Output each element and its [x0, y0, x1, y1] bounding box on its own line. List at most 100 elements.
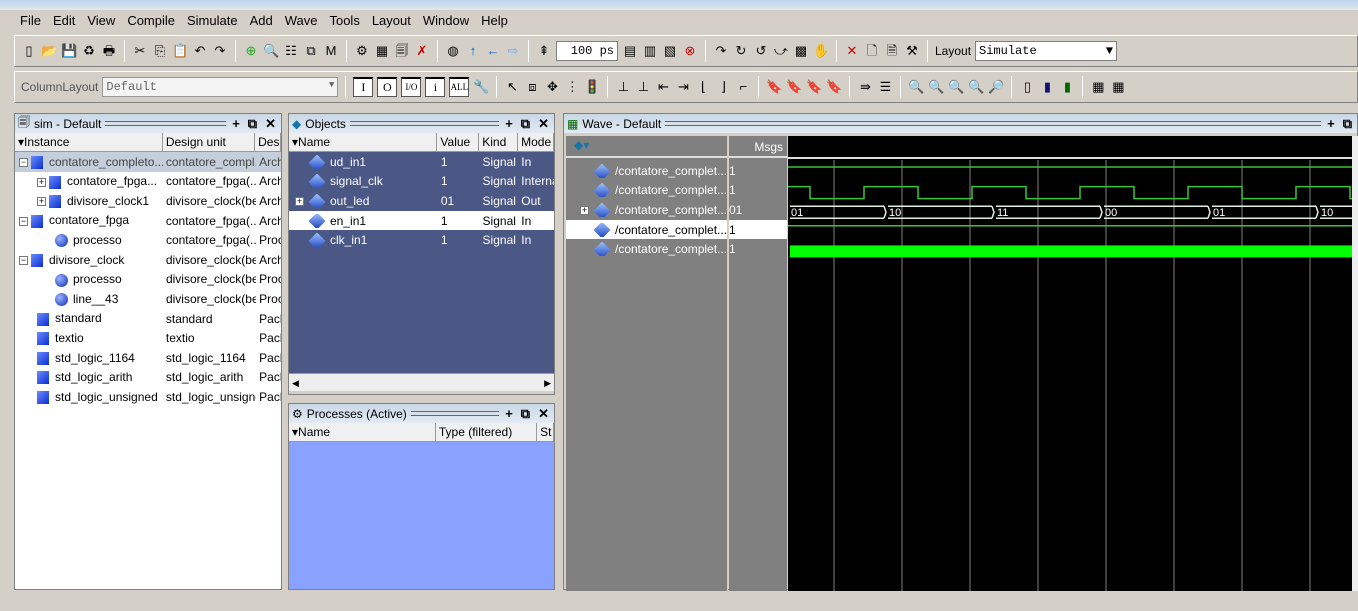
dock-icon[interactable]: + — [503, 116, 515, 131]
add-icon[interactable]: ⊕ — [243, 43, 259, 59]
open-folder-icon[interactable]: 📂 — [41, 43, 57, 59]
cut-icon[interactable]: ✂ — [132, 43, 148, 59]
tree-row[interactable]: processo divisore_clock(be...Proc — [15, 270, 281, 290]
select-pointer-icon[interactable]: ↖ — [504, 79, 520, 95]
insert-cursor-icon[interactable]: ⊥ — [615, 79, 631, 95]
dock-icon[interactable]: + — [1325, 116, 1337, 131]
wave-add-icon[interactable]: ◆▾ — [566, 136, 727, 158]
column-header-kind[interactable]: Kind — [479, 133, 519, 151]
zoom-in-icon[interactable]: 🔍 — [908, 79, 924, 95]
simulate-icon[interactable]: 🗐 — [394, 43, 410, 59]
tree-row[interactable]: standard standard Pack — [15, 309, 281, 329]
run-length-icon[interactable]: ⇞ — [536, 43, 552, 59]
zoom-cursor-icon[interactable]: 🔍 — [968, 79, 984, 95]
run-length-input[interactable]: 100 ps — [556, 41, 618, 61]
expand-icon[interactable]: + — [37, 197, 46, 207]
layout-select[interactable]: Simulate ▼ — [975, 41, 1118, 61]
run-all-icon[interactable]: ▧ — [662, 43, 678, 59]
next-edge-icon[interactable]: ⇥ — [675, 79, 691, 95]
structure-icon[interactable]: ⧉ — [303, 43, 319, 59]
tree-row[interactable]: std_logic_unsignedstd_logic_unsignedPack — [15, 387, 281, 407]
expand-icon[interactable]: + — [37, 177, 46, 187]
menu-add[interactable]: Add — [244, 12, 279, 32]
menu-edit[interactable]: Edit — [47, 12, 81, 32]
column-header-name[interactable]: ▾Name — [289, 423, 436, 441]
up-arrow-icon[interactable]: ↑ — [465, 43, 481, 59]
delete-cursor-icon[interactable]: ⊥ — [635, 79, 651, 95]
filter-all-button[interactable]: ALL — [449, 77, 470, 97]
compare-icon[interactable]: ⇛ — [857, 79, 873, 95]
column-layout-select[interactable]: Default ▼ — [102, 77, 339, 97]
dock-icon[interactable]: + — [503, 406, 515, 421]
profile-icon[interactable]: ▩ — [793, 43, 809, 59]
break-icon[interactable]: ✗ — [414, 43, 430, 59]
redo-icon[interactable]: ↷ — [212, 43, 228, 59]
wave-signal-name[interactable]: /contatore_complet... — [566, 161, 727, 181]
menu-layout[interactable]: Layout — [366, 12, 417, 32]
step-dropdown-icon[interactable]: ⤻ — [773, 43, 789, 59]
column-header-type[interactable]: Type (filtered) — [436, 423, 538, 441]
wave-signal-name[interactable]: /contatore_complet... — [566, 181, 727, 201]
filter-io-button[interactable]: I/O — [401, 77, 422, 97]
tree-row[interactable]: + divisore_clock1 divisore_clock(be...Arch — [15, 191, 281, 211]
step-icon[interactable]: ↷ — [713, 43, 729, 59]
column-header-name[interactable]: ▾Name — [289, 133, 438, 151]
waveform-canvas[interactable]: 01 10 11 00 01 10 — [788, 136, 1352, 591]
wave-format1-icon[interactable]: ▯ — [1019, 79, 1035, 95]
zoom-mode-icon[interactable]: ⧈ — [524, 79, 540, 95]
doc2-icon[interactable]: 🗎 — [884, 43, 900, 59]
object-row[interactable]: clk_in1 1 Signal In — [289, 230, 554, 250]
zoom-out-icon[interactable]: 🔍 — [928, 79, 944, 95]
zoom-full-icon[interactable]: 🔍 — [948, 79, 964, 95]
step-over-icon[interactable]: ↻ — [733, 43, 749, 59]
compile-icon[interactable]: ⚙ — [354, 43, 370, 59]
new-file-icon[interactable]: ▯ — [21, 43, 37, 59]
column-header-value[interactable]: Value — [437, 133, 480, 151]
wave-signal-name[interactable]: /contatore_complet... — [566, 239, 727, 259]
menu-compile[interactable]: Compile — [121, 12, 181, 32]
filter-settings-icon[interactable]: 🔧 — [473, 79, 489, 95]
refresh-icon[interactable]: ♻ — [81, 43, 97, 59]
edit-mode-icon[interactable]: ⋮ — [564, 79, 580, 95]
zoom-range-icon[interactable]: 🔎 — [988, 79, 1004, 95]
compile-all-icon[interactable]: ▦ — [374, 43, 390, 59]
bookmark4-icon[interactable]: 🔖 — [826, 79, 842, 95]
hand-icon[interactable]: ✋ — [813, 43, 829, 59]
column-header-mode[interactable]: Mode — [518, 133, 554, 151]
stop-icon[interactable]: ⊗ — [682, 43, 698, 59]
collapse-icon[interactable]: − — [19, 157, 28, 167]
step-out-icon[interactable]: ↺ — [753, 43, 769, 59]
tree-row[interactable]: textio textio Pack — [15, 328, 281, 348]
prev-transition-icon[interactable]: ⌊ — [695, 79, 711, 95]
hierarchy-icon[interactable]: ☷ — [283, 43, 299, 59]
menu-window[interactable]: Window — [417, 12, 475, 32]
menu-simulate[interactable]: Simulate — [181, 12, 244, 32]
forward-arrow-icon[interactable]: ⇨ — [505, 43, 521, 59]
wave-signal-name[interactable]: + /contatore_complet... — [566, 200, 727, 220]
next-transition-icon[interactable]: ⌋ — [715, 79, 731, 95]
doc-icon[interactable]: 🗋 — [864, 43, 880, 59]
scroll-left-icon[interactable]: ◀ — [292, 374, 299, 391]
column-header-state[interactable]: St — [537, 423, 555, 441]
horizontal-scrollbar[interactable]: ◀ ▶ — [289, 373, 554, 391]
wave-signal-name[interactable]: /contatore_complet... — [566, 219, 727, 240]
bookmark2-icon[interactable]: 🔖 — [786, 79, 802, 95]
column-header-design-type[interactable]: Desi — [255, 133, 281, 151]
object-row[interactable]: en_in1 1 Signal In — [289, 210, 554, 231]
scroll-right-icon[interactable]: ▶ — [544, 374, 551, 391]
wave-format2-icon[interactable]: ▮ — [1039, 79, 1055, 95]
back-arrow-icon[interactable]: ← — [485, 43, 501, 59]
close-icon[interactable]: ✕ — [536, 116, 551, 132]
undock-icon[interactable]: ⧉ — [1341, 116, 1354, 132]
tree-row[interactable]: processo contatore_fpga(... Proc — [15, 230, 281, 250]
falling-edge-icon[interactable]: ⌐ — [735, 79, 751, 95]
tree-row[interactable]: std_logic_1164 std_logic_1164 Pack — [15, 348, 281, 368]
object-row[interactable]: + out_led 01 Signal Out — [289, 191, 554, 211]
bookmark-icon[interactable]: 🔖 — [766, 79, 782, 95]
menu-view[interactable]: View — [81, 12, 121, 32]
tree-row[interactable]: + contatore_fpga... contatore_fpga(... Arch — [15, 172, 281, 192]
list-icon[interactable]: ☰ — [877, 79, 893, 95]
wave-format3-icon[interactable]: ▮ — [1059, 79, 1075, 95]
undo-icon[interactable]: ↶ — [192, 43, 208, 59]
column-header-design-unit[interactable]: Design unit — [163, 133, 256, 151]
